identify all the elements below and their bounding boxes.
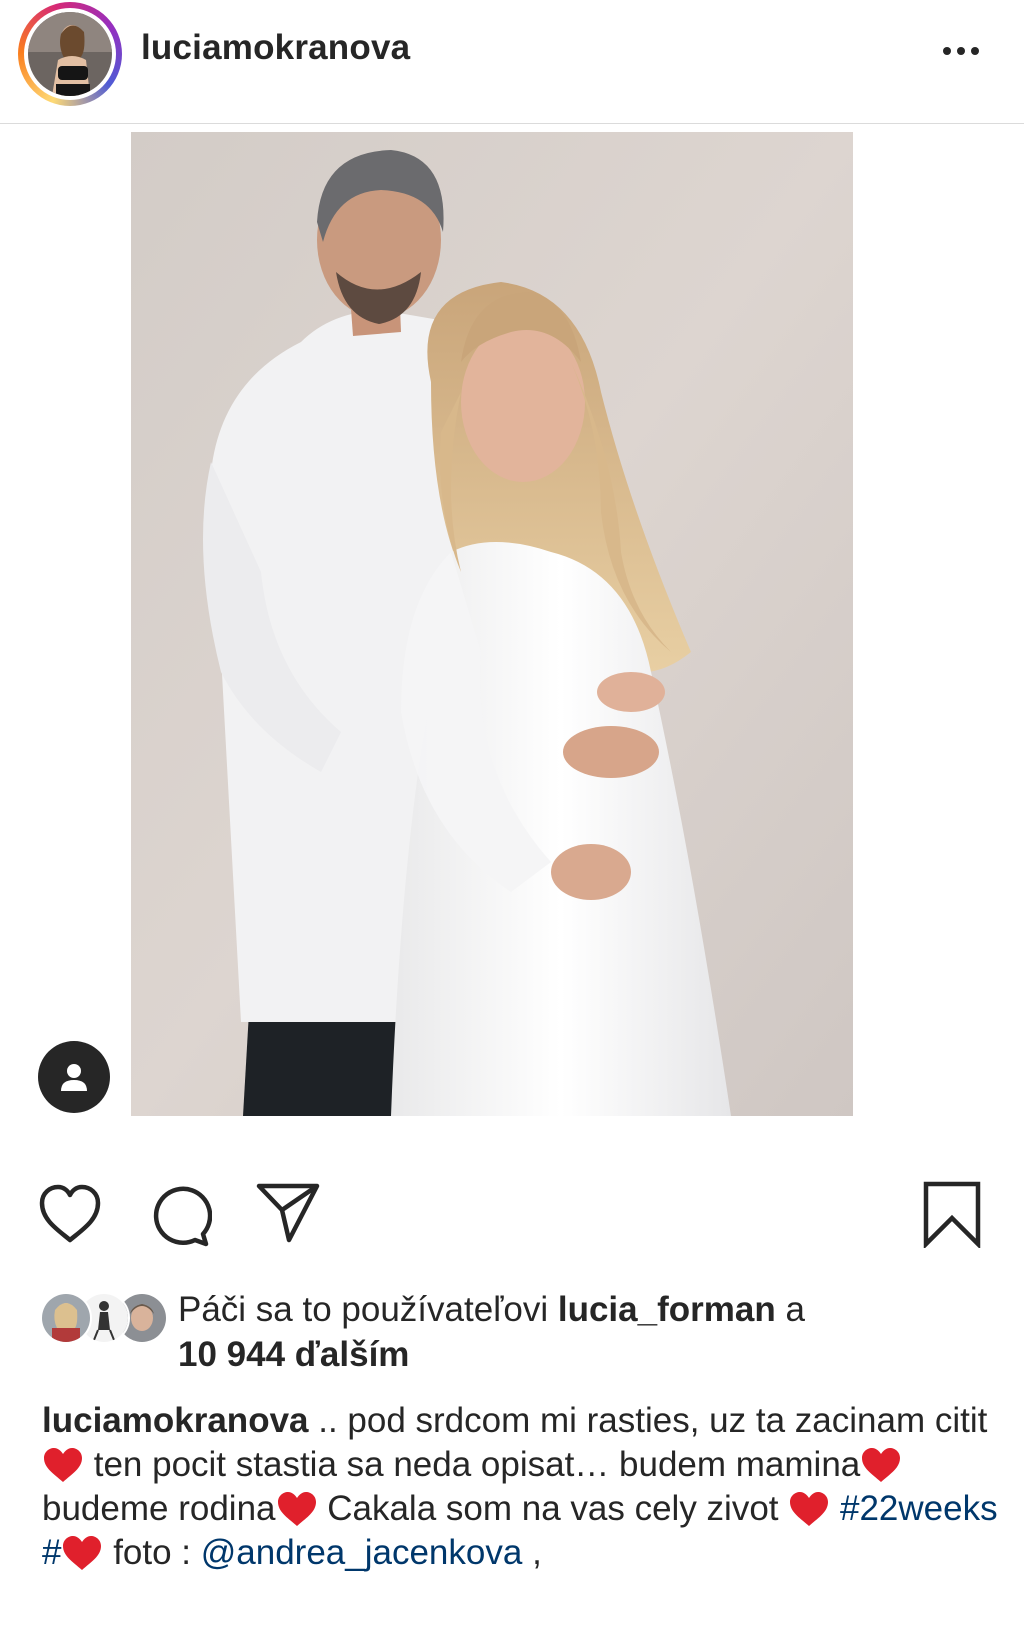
- paper-plane-icon: [256, 1183, 320, 1243]
- comment-button[interactable]: [148, 1184, 213, 1248]
- heart-outline-icon: [39, 1184, 101, 1243]
- caption-text: foto :: [103, 1533, 201, 1572]
- liker-username[interactable]: lucia_forman: [558, 1290, 776, 1329]
- red-heart-emoji-icon: [277, 1492, 316, 1526]
- likes-prefix: Páči sa to používateľovi: [178, 1290, 558, 1329]
- caption-username[interactable]: luciamokranova: [42, 1401, 309, 1440]
- likes-count[interactable]: 10 944 ďalším: [178, 1335, 409, 1374]
- more-options-button[interactable]: [936, 36, 986, 66]
- post-header: luciamokranova: [0, 0, 1024, 124]
- more-dot: [957, 47, 965, 55]
- caption-text: budeme rodina: [42, 1489, 276, 1528]
- likes-connector: a: [775, 1290, 805, 1329]
- more-dot: [971, 47, 979, 55]
- bookmark-icon: [923, 1181, 981, 1250]
- caption-mention[interactable]: @andrea_jacenkova: [201, 1533, 523, 1572]
- caption-text: ,: [522, 1533, 542, 1572]
- tagged-users-button[interactable]: [38, 1041, 110, 1113]
- post-photo[interactable]: [131, 132, 853, 1116]
- story-ring[interactable]: [18, 2, 122, 106]
- more-horizontal-icon: [943, 47, 951, 55]
- post-username[interactable]: luciamokranova: [141, 28, 410, 68]
- like-button[interactable]: [38, 1184, 102, 1244]
- share-button[interactable]: [255, 1182, 321, 1244]
- caption-text: .. pod srdcom mi rasties, uz ta zacinam …: [308, 1401, 988, 1440]
- save-button[interactable]: [922, 1180, 982, 1250]
- red-heart-emoji-icon: [63, 1536, 102, 1570]
- user-icon: [61, 1064, 87, 1091]
- liker-avatar: [40, 1292, 92, 1344]
- red-heart-emoji-icon: [862, 1448, 901, 1482]
- likes-summary[interactable]: Páči sa to používateľovi lucia_forman a …: [178, 1287, 998, 1377]
- red-heart-emoji-icon: [44, 1448, 82, 1482]
- caption-text: ten pocit stastia sa neda opisat… budem …: [84, 1445, 861, 1484]
- comment-icon: [153, 1186, 213, 1247]
- red-heart-emoji-icon: [790, 1492, 829, 1526]
- liker-avatars[interactable]: [40, 1292, 168, 1344]
- profile-photo: [28, 12, 112, 96]
- caption-text: Cakala som na vas cely zivot: [317, 1489, 789, 1528]
- avatar[interactable]: [24, 8, 116, 100]
- post-caption: luciamokranova .. pod srdcom mi rasties,…: [42, 1399, 1002, 1575]
- photo-illustration: [131, 132, 853, 1116]
